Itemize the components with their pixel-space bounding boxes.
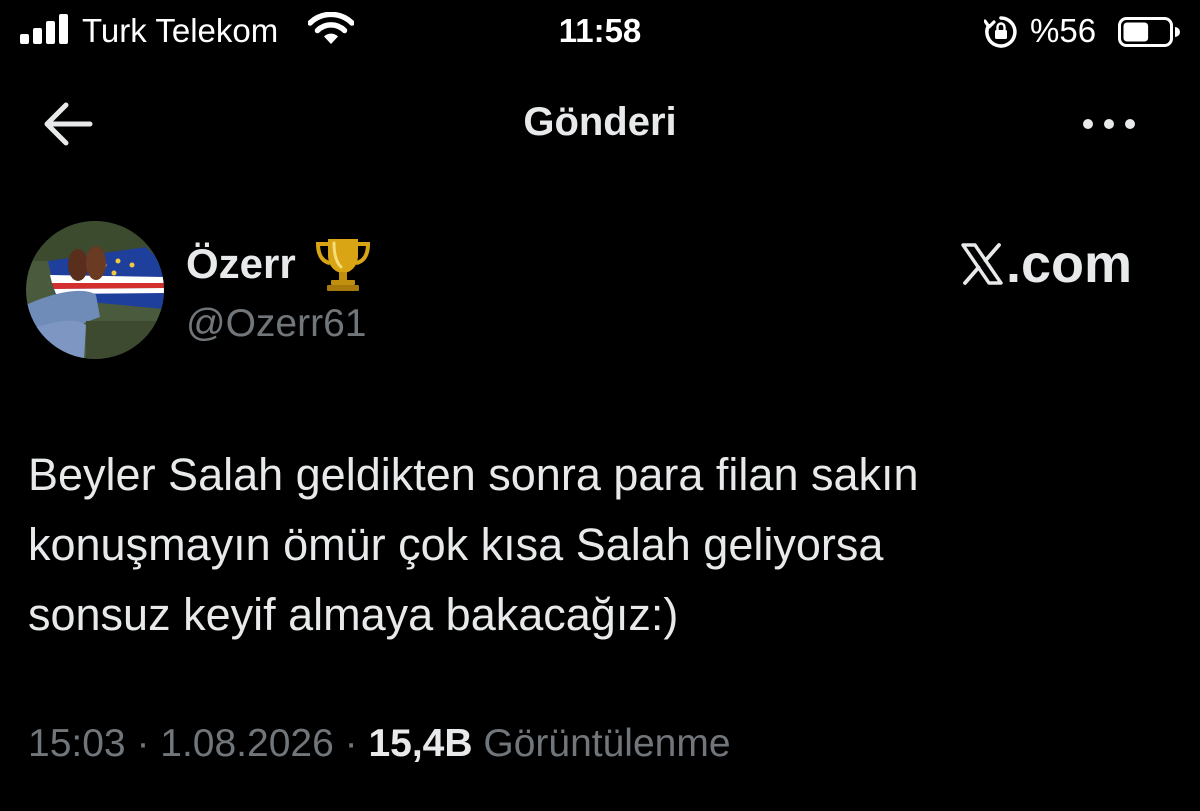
battery-percentage: %56 bbox=[1030, 12, 1097, 49]
post-date[interactable]: 1.08.2026 bbox=[160, 722, 334, 765]
meta-separator: · bbox=[333, 722, 369, 765]
author-name-row: Özerr bbox=[186, 236, 374, 292]
watermark-text: .com bbox=[1006, 234, 1133, 294]
post-text-line: konuşmayın ömür çok kısa Salah geliyorsa bbox=[28, 519, 884, 570]
post-time[interactable]: 15:03 bbox=[28, 722, 126, 765]
post-text-line: Beyler Salah geldikten sonra para filan … bbox=[28, 449, 919, 500]
post-text-line: sonsuz keyif almaya bakacağız:) bbox=[28, 589, 679, 640]
more-horizontal-icon bbox=[1083, 119, 1135, 129]
views-label[interactable]: Görüntülenme bbox=[483, 722, 730, 765]
status-time: 11:58 bbox=[558, 12, 642, 49]
x-com-watermark: .com bbox=[960, 232, 1132, 296]
page-title: Gönderi bbox=[523, 100, 677, 144]
meta-separator: · bbox=[125, 722, 161, 765]
more-options-button[interactable] bbox=[1074, 104, 1144, 144]
author-display-name[interactable]: Özerr bbox=[186, 240, 296, 288]
author-handle[interactable]: @Ozerr61 bbox=[186, 302, 366, 346]
top-navigation-bar: Gönderi bbox=[0, 86, 1200, 162]
trophy-icon bbox=[315, 239, 370, 291]
orientation-lock-icon bbox=[984, 16, 1017, 48]
x-logo-icon bbox=[961, 243, 1003, 285]
avatar-image bbox=[26, 221, 164, 359]
author-avatar[interactable] bbox=[26, 221, 164, 359]
post-text: Beyler Salah geldikten sonra para filan … bbox=[28, 440, 1158, 650]
status-bar: Turk Telekom 11:58 %56 bbox=[0, 0, 1200, 64]
views-count: 15,4B bbox=[368, 722, 473, 765]
battery-icon bbox=[1118, 17, 1180, 47]
post-meta: 15:03 · 1.08.2026 · 15,4B Görüntülenme bbox=[28, 722, 731, 766]
